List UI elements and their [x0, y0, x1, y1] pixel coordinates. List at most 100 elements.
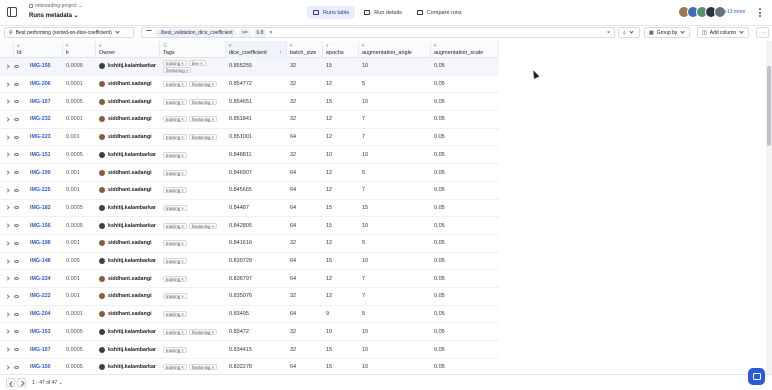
pagination-selector[interactable]: 1 - 47 of 47 ⌄: [32, 380, 63, 386]
tag-bee[interactable]: bee ×: [188, 59, 206, 66]
expand-row-icon[interactable]: [6, 205, 10, 211]
table-row[interactable]: IMG-151 0.0005 kshitij.kalambarkar training…: [0, 147, 499, 165]
visibility-eye-icon[interactable]: [14, 330, 19, 334]
visibility-eye-icon[interactable]: [14, 294, 19, 298]
sidebar-toggle-icon[interactable]: [7, 7, 17, 17]
filter-operator-chip[interactable]: >=: [238, 28, 251, 37]
expand-row-icon[interactable]: [6, 64, 10, 69]
table-row[interactable]: IMG-199 0.001 siddhant.sadangi training × 0.…: [0, 164, 499, 182]
tag-training[interactable]: training ×: [163, 169, 187, 176]
tag-training[interactable]: training ×: [163, 204, 187, 211]
tag-training[interactable]: training ×: [163, 222, 187, 229]
run-id-link[interactable]: IMG-204: [30, 311, 51, 317]
tag-training[interactable]: training ×: [163, 328, 187, 335]
visibility-eye-icon[interactable]: [14, 241, 19, 245]
table-row[interactable]: IMG-157 0.0005 kshitij.kalambarkar training…: [0, 341, 499, 359]
tag-training[interactable]: training ×: [163, 311, 187, 318]
visibility-eye-icon[interactable]: [14, 348, 19, 352]
tag-finetuning[interactable]: finetuning ×: [188, 116, 218, 123]
run-id-link[interactable]: IMG-155: [30, 63, 51, 69]
expand-row-icon[interactable]: [6, 117, 10, 122]
run-id-link[interactable]: IMG-199: [30, 170, 51, 176]
vertical-scrollbar[interactable]: [766, 41, 772, 374]
group-by-button[interactable]: ▦ Group by: [644, 27, 690, 38]
run-id-link[interactable]: IMG-222: [30, 293, 51, 299]
visibility-eye-icon[interactable]: [14, 224, 19, 228]
run-id-link[interactable]: IMG-206: [30, 81, 51, 87]
run-id-link[interactable]: IMG-225: [30, 187, 51, 193]
table-row[interactable]: IMG-157 0.0005 siddhant.sadangi training × f…: [0, 93, 499, 112]
visibility-eye-icon[interactable]: [14, 82, 19, 86]
run-id-link[interactable]: IMG-153: [30, 329, 51, 335]
column-header-batch-size[interactable]: # batch_size: [287, 41, 323, 58]
run-id-link[interactable]: IMG-156: [30, 223, 51, 229]
expand-row-icon[interactable]: [6, 329, 10, 334]
column-header-lr[interactable]: # lr: [63, 41, 96, 58]
sort-arrow-icon[interactable]: ↓: [280, 49, 283, 55]
tag-finetuning[interactable]: finetuning ×: [188, 222, 218, 229]
tag-training[interactable]: training ×: [163, 240, 187, 247]
chat-icon[interactable]: [748, 368, 765, 385]
tag-finetuning[interactable]: finetuning ×: [188, 134, 218, 141]
add-column-button[interactable]: ◫ Add column: [697, 27, 749, 38]
table-row[interactable]: IMG-182 0.0005 kshitij.kalambarkar training…: [0, 200, 499, 218]
visibility-eye-icon[interactable]: [14, 100, 19, 104]
tag-training[interactable]: training ×: [163, 258, 187, 265]
run-id-link[interactable]: IMG-223: [30, 134, 51, 140]
tag-training[interactable]: training ×: [163, 346, 187, 353]
tag-finetuning[interactable]: finetuning ×: [188, 364, 218, 371]
table-row[interactable]: IMG-232 0.0001 siddhant.sadangi training × f…: [0, 111, 499, 129]
tag-training[interactable]: training ×: [163, 187, 187, 194]
visibility-eye-icon[interactable]: [14, 64, 19, 68]
user-avatars[interactable]: [678, 6, 726, 18]
visibility-eye-icon[interactable]: [14, 365, 19, 369]
expand-row-icon[interactable]: [6, 294, 10, 299]
visibility-eye-icon[interactable]: [14, 153, 19, 157]
expand-row-icon[interactable]: [6, 99, 10, 104]
table-row[interactable]: IMG-153 0.0005 kshitij.kalambarkar training…: [0, 324, 499, 342]
expand-row-icon[interactable]: [6, 170, 10, 175]
tag-training[interactable]: training ×: [163, 116, 187, 123]
expand-row-icon[interactable]: [6, 276, 10, 281]
clear-query-icon[interactable]: ×: [607, 30, 610, 36]
tag-finetuning[interactable]: finetuning ×: [188, 98, 218, 105]
column-header-dice-coefficient[interactable]: # dice_coefficient ↓: [226, 41, 287, 58]
tag-finetuning[interactable]: finetuning ×: [188, 81, 218, 88]
expand-row-icon[interactable]: [6, 223, 10, 228]
table-row[interactable]: IMG-155 0.0005 kshitij.kalambarkar training…: [0, 58, 499, 76]
expand-row-icon[interactable]: [6, 81, 10, 87]
table-row[interactable]: IMG-222 0.001 siddhant.sadangi training × 0.…: [0, 288, 499, 306]
expand-row-icon[interactable]: [6, 135, 10, 140]
expand-row-icon[interactable]: [6, 241, 10, 246]
scrollbar-thumb[interactable]: [767, 66, 771, 146]
run-id-link[interactable]: IMG-157: [30, 347, 51, 353]
expand-row-icon[interactable]: [6, 365, 10, 370]
tag-training[interactable]: training ×: [163, 293, 187, 300]
visibility-eye-icon[interactable]: [14, 135, 19, 139]
tag-finetuning[interactable]: finetuning ×: [163, 66, 192, 73]
more-options-icon[interactable]: [759, 8, 762, 18]
run-id-link[interactable]: IMG-182: [30, 205, 51, 211]
column-header-augmentation-angle[interactable]: # augmentation_angle: [359, 41, 431, 58]
visibility-eye-icon[interactable]: [14, 312, 19, 316]
visibility-eye-icon[interactable]: [14, 206, 19, 210]
tag-training[interactable]: training ×: [163, 151, 187, 158]
more-users-link[interactable]: +13 more: [724, 9, 745, 15]
expand-row-icon[interactable]: [6, 347, 10, 352]
column-header-owner[interactable]: a Owner: [96, 41, 160, 58]
column-header-epochs[interactable]: # epochs: [323, 41, 359, 58]
remove-filter-icon[interactable]: ×: [269, 30, 272, 36]
tag-finetuning[interactable]: finetuning ×: [188, 328, 218, 335]
project-selector[interactable]: onboarding-project ⌄: [29, 3, 82, 9]
visibility-eye-icon[interactable]: [14, 259, 19, 263]
table-row[interactable]: IMG-148 0.005 kshitij.kalambarkar training …: [0, 253, 499, 271]
tag-training[interactable]: training ×: [163, 59, 187, 66]
visibility-eye-icon[interactable]: [14, 277, 19, 281]
run-id-link[interactable]: IMG-224: [30, 276, 51, 282]
run-id-link[interactable]: IMG-157: [30, 99, 51, 105]
previous-page-button[interactable]: [6, 378, 15, 387]
table-options-button[interactable]: ⋯: [756, 27, 769, 38]
column-header-augmentation-scale[interactable]: # augmentation_scale: [431, 41, 499, 58]
run-id-link[interactable]: IMG-232: [30, 116, 51, 122]
tab-run-details[interactable]: Run details: [358, 6, 408, 19]
